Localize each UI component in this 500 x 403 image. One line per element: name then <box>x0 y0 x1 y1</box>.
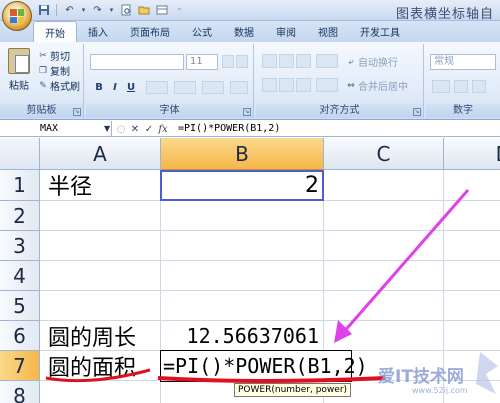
align-bottom-icon[interactable] <box>296 54 311 68</box>
number-group-label: 数字 <box>426 104 500 118</box>
font-group: 11 B I U 字体 ↘ <box>86 44 254 118</box>
copy-button[interactable]: ❐ 复制 <box>38 63 70 79</box>
font-group-label: 字体 <box>86 104 253 118</box>
formula-bar: MAX ▼ ◌ ✕ ✓ fx =PI()*POWER(B1,2) <box>0 121 500 137</box>
copy-label: 复制 <box>50 67 70 78</box>
clipboard-group-label: 剪贴板 <box>0 104 83 118</box>
orientation-icon[interactable] <box>316 54 338 68</box>
alignment-group: ⤶ 自动换行 ⇔ 合并后居中 对齐方式 ↘ <box>256 44 424 118</box>
cut-button[interactable]: ✂ 剪切 <box>38 48 70 64</box>
paste-icon[interactable] <box>8 48 30 74</box>
wrap-text-icon: ⤶ <box>348 56 354 67</box>
merge-center-label: 合并后居中 <box>358 82 408 93</box>
dialog-launcher-icon[interactable]: ↘ <box>413 108 421 116</box>
align-top-icon[interactable] <box>262 54 277 68</box>
font-size-combo[interactable]: 11 <box>186 54 218 70</box>
dropdown-icon[interactable]: ▾ <box>80 3 87 17</box>
tab-page-layout[interactable]: 页面布局 <box>119 21 181 42</box>
tab-developer[interactable]: 开发工具 <box>349 21 411 42</box>
indent-icon[interactable] <box>316 78 338 92</box>
worksheet-grid[interactable]: A B C D 1 2 3 4 5 6 7 8 半径 2 圆的周长 12.566… <box>0 138 500 403</box>
font-size-value: 11 <box>190 56 203 67</box>
number-format-value: 常规 <box>434 56 454 67</box>
insert-function-icon[interactable]: fx <box>158 124 168 135</box>
underline-button[interactable]: U <box>124 80 138 94</box>
circle-icon: ◌ <box>116 123 126 135</box>
customize-qat-icon[interactable]: ⁼ <box>172 3 187 17</box>
tab-formulas[interactable]: 公式 <box>181 21 223 42</box>
number-format-combo[interactable]: 常规 <box>430 54 496 70</box>
ribbon: 粘贴 ✂ 剪切 ❐ 复制 ✎ 格式刷 剪贴板 ↘ 11 B I U 字体 ↘ ⤶… <box>0 42 500 120</box>
fill-color-icon[interactable] <box>174 81 196 94</box>
toolbar-icon[interactable] <box>154 3 169 17</box>
align-middle-icon[interactable] <box>279 54 294 68</box>
merge-icon: ⇔ <box>347 80 355 91</box>
brush-icon: ✎ <box>39 80 47 91</box>
format-painter-button[interactable]: ✎ 格式刷 <box>38 78 80 94</box>
tab-insert[interactable]: 插入 <box>77 21 119 42</box>
redo-icon[interactable]: ↷ <box>90 3 105 17</box>
tab-home[interactable]: 开始 <box>33 21 77 42</box>
watermark-sub: www.52ij.com <box>412 386 468 395</box>
name-box[interactable]: MAX <box>0 121 112 136</box>
currency-icon[interactable] <box>432 80 450 93</box>
cancel-icon[interactable]: ✕ <box>130 124 140 135</box>
dialog-launcher-icon[interactable]: ↘ <box>243 108 251 116</box>
percent-icon[interactable] <box>454 80 468 93</box>
dropdown-icon[interactable]: ▾ <box>108 3 115 17</box>
tab-data[interactable]: 数据 <box>223 21 265 42</box>
phonetic-icon[interactable] <box>230 81 248 94</box>
underline-stroke <box>45 368 151 383</box>
shrink-font-icon[interactable] <box>236 55 248 68</box>
align-left-icon[interactable] <box>262 78 277 92</box>
format-painter-label: 格式刷 <box>50 82 80 93</box>
align-center-icon[interactable] <box>279 78 294 92</box>
ribbon-tabs: 开始 插入 页面布局 公式 数据 审阅 视图 开发工具 <box>0 21 500 42</box>
arrow-icon <box>340 189 470 335</box>
wrap-text-label: 自动换行 <box>358 58 398 69</box>
formula-input[interactable]: =PI()*POWER(B1,2) <box>178 121 280 136</box>
tab-review[interactable]: 审阅 <box>265 21 307 42</box>
alignment-group-label: 对齐方式 <box>256 104 423 118</box>
separator <box>56 4 57 16</box>
number-group: 常规 数字 <box>426 44 500 118</box>
comma-icon[interactable] <box>472 80 486 93</box>
grow-font-icon[interactable] <box>222 55 234 68</box>
scissors-icon: ✂ <box>39 50 47 61</box>
border-icon[interactable] <box>146 81 168 94</box>
undo-icon[interactable]: ↶ <box>62 3 77 17</box>
font-color-icon[interactable] <box>202 81 224 94</box>
clipboard-group: 粘贴 ✂ 剪切 ❐ 复制 ✎ 格式刷 剪贴板 ↘ <box>0 44 84 118</box>
formula-buttons: ◌ ✕ ✓ fx <box>116 122 168 136</box>
watermark-text: 爱IT技术网 <box>378 367 464 387</box>
chevron-down-icon[interactable]: ▼ <box>104 124 110 133</box>
paste-button[interactable]: 粘贴 <box>9 77 29 92</box>
open-icon[interactable] <box>136 3 151 17</box>
print-preview-icon[interactable] <box>118 3 133 17</box>
copy-icon: ❐ <box>38 65 48 76</box>
align-right-icon[interactable] <box>296 78 311 92</box>
bold-button[interactable]: B <box>92 80 106 94</box>
window-title: 图表横坐标轴自 <box>395 7 494 22</box>
tab-view[interactable]: 视图 <box>307 21 349 42</box>
enter-icon[interactable]: ✓ <box>144 124 154 135</box>
italic-button[interactable]: I <box>108 80 122 94</box>
title-bar: ↶ ▾ ↷ ▾ ⁼ 图表横坐标轴自 <box>0 0 500 22</box>
dialog-launcher-icon[interactable]: ↘ <box>73 108 81 116</box>
office-button[interactable] <box>2 1 32 31</box>
wrap-text-button[interactable]: ⤶ 自动换行 <box>346 54 398 70</box>
office-logo-icon <box>10 9 24 23</box>
font-name-combo[interactable] <box>90 54 184 70</box>
cut-label: 剪切 <box>50 52 70 63</box>
save-icon[interactable] <box>36 3 51 17</box>
merge-center-button[interactable]: ⇔ 合并后居中 <box>346 78 408 94</box>
quick-access-toolbar: ↶ ▾ ↷ ▾ ⁼ <box>36 3 187 17</box>
